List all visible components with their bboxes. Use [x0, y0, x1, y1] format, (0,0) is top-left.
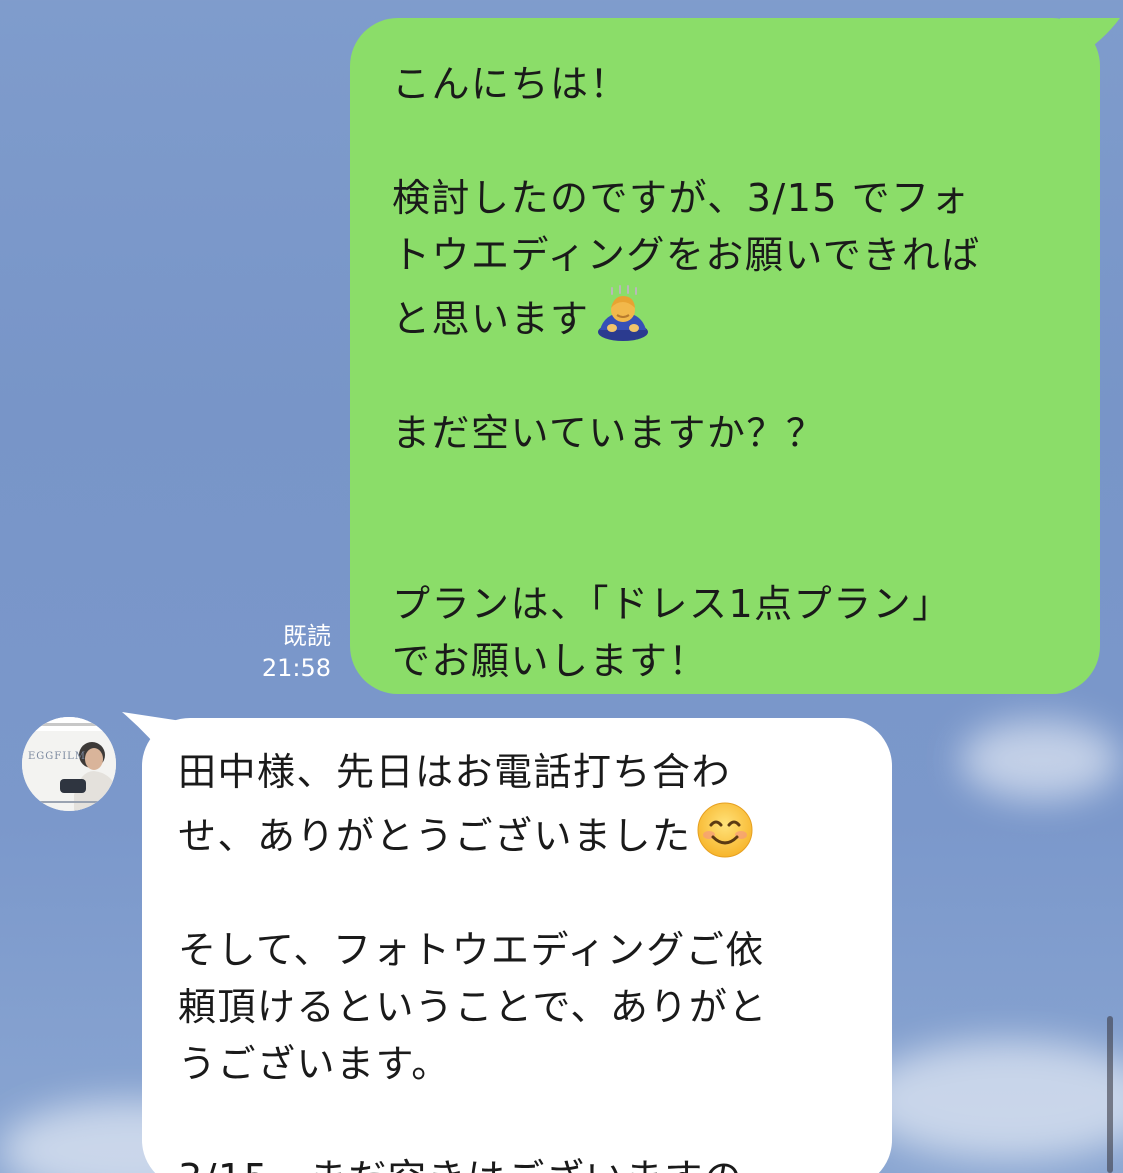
scrollbar[interactable] [1107, 1016, 1113, 1173]
incoming-line: 3/15、まだ空きはございますの [178, 1150, 862, 1173]
incoming-line: そして、フォトウエディングご依 [178, 928, 765, 972]
incoming-line [178, 1093, 862, 1150]
incoming-line-with-emoji: せ、ありがとうございました [178, 801, 862, 865]
outgoing-line: まだ空いていますか？？ [392, 411, 826, 455]
incoming-line: せ、ありがとうございました [178, 814, 692, 858]
avatar-image-icon [22, 717, 116, 811]
outgoing-line [392, 113, 1060, 170]
outgoing-line: こんにちは！ [392, 62, 630, 106]
incoming-line [178, 865, 862, 922]
bowing-person-emoji-icon [597, 285, 648, 341]
message-time: 21:58 [261, 654, 331, 682]
read-receipt: 既読 21:58 [262, 620, 331, 684]
incoming-bubble[interactable]: 田中様、先日はお電話打ち合わ せ、ありがとうございました そして、フォトウエディ… [142, 718, 892, 1173]
outgoing-line: と思います [392, 297, 590, 341]
outgoing-line [392, 348, 1060, 405]
background-cloud [960, 720, 1120, 800]
outgoing-line [392, 519, 1060, 576]
outgoing-line: プランは、「ドレス1点プラン」 [392, 582, 952, 626]
outgoing-line: トウエディングをお願いできれば [392, 233, 981, 277]
incoming-line: 田中様、先日はお電話打ち合わ [178, 750, 732, 794]
avatar-brand: EGGFILM [28, 751, 87, 762]
outgoing-line-with-emoji: と思います [392, 284, 1060, 348]
smiling-face-emoji-icon [697, 802, 753, 858]
outgoing-line [392, 462, 1060, 519]
outgoing-line: 検討したのですが、3/15 でフォ [392, 176, 971, 220]
outgoing-bubble[interactable]: こんにちは！ 検討したのですが、3/15 でフォ トウエディングをお願いできれば… [350, 18, 1100, 694]
background-cloud [860, 1040, 1123, 1160]
read-status: 既読 [283, 622, 331, 650]
avatar[interactable]: EGGFILM [22, 717, 116, 811]
outgoing-line: でお願いします！ [392, 639, 709, 683]
incoming-line: 頼頂けるということで、ありがと [178, 985, 768, 1029]
incoming-line: うございます。 [178, 1042, 451, 1086]
